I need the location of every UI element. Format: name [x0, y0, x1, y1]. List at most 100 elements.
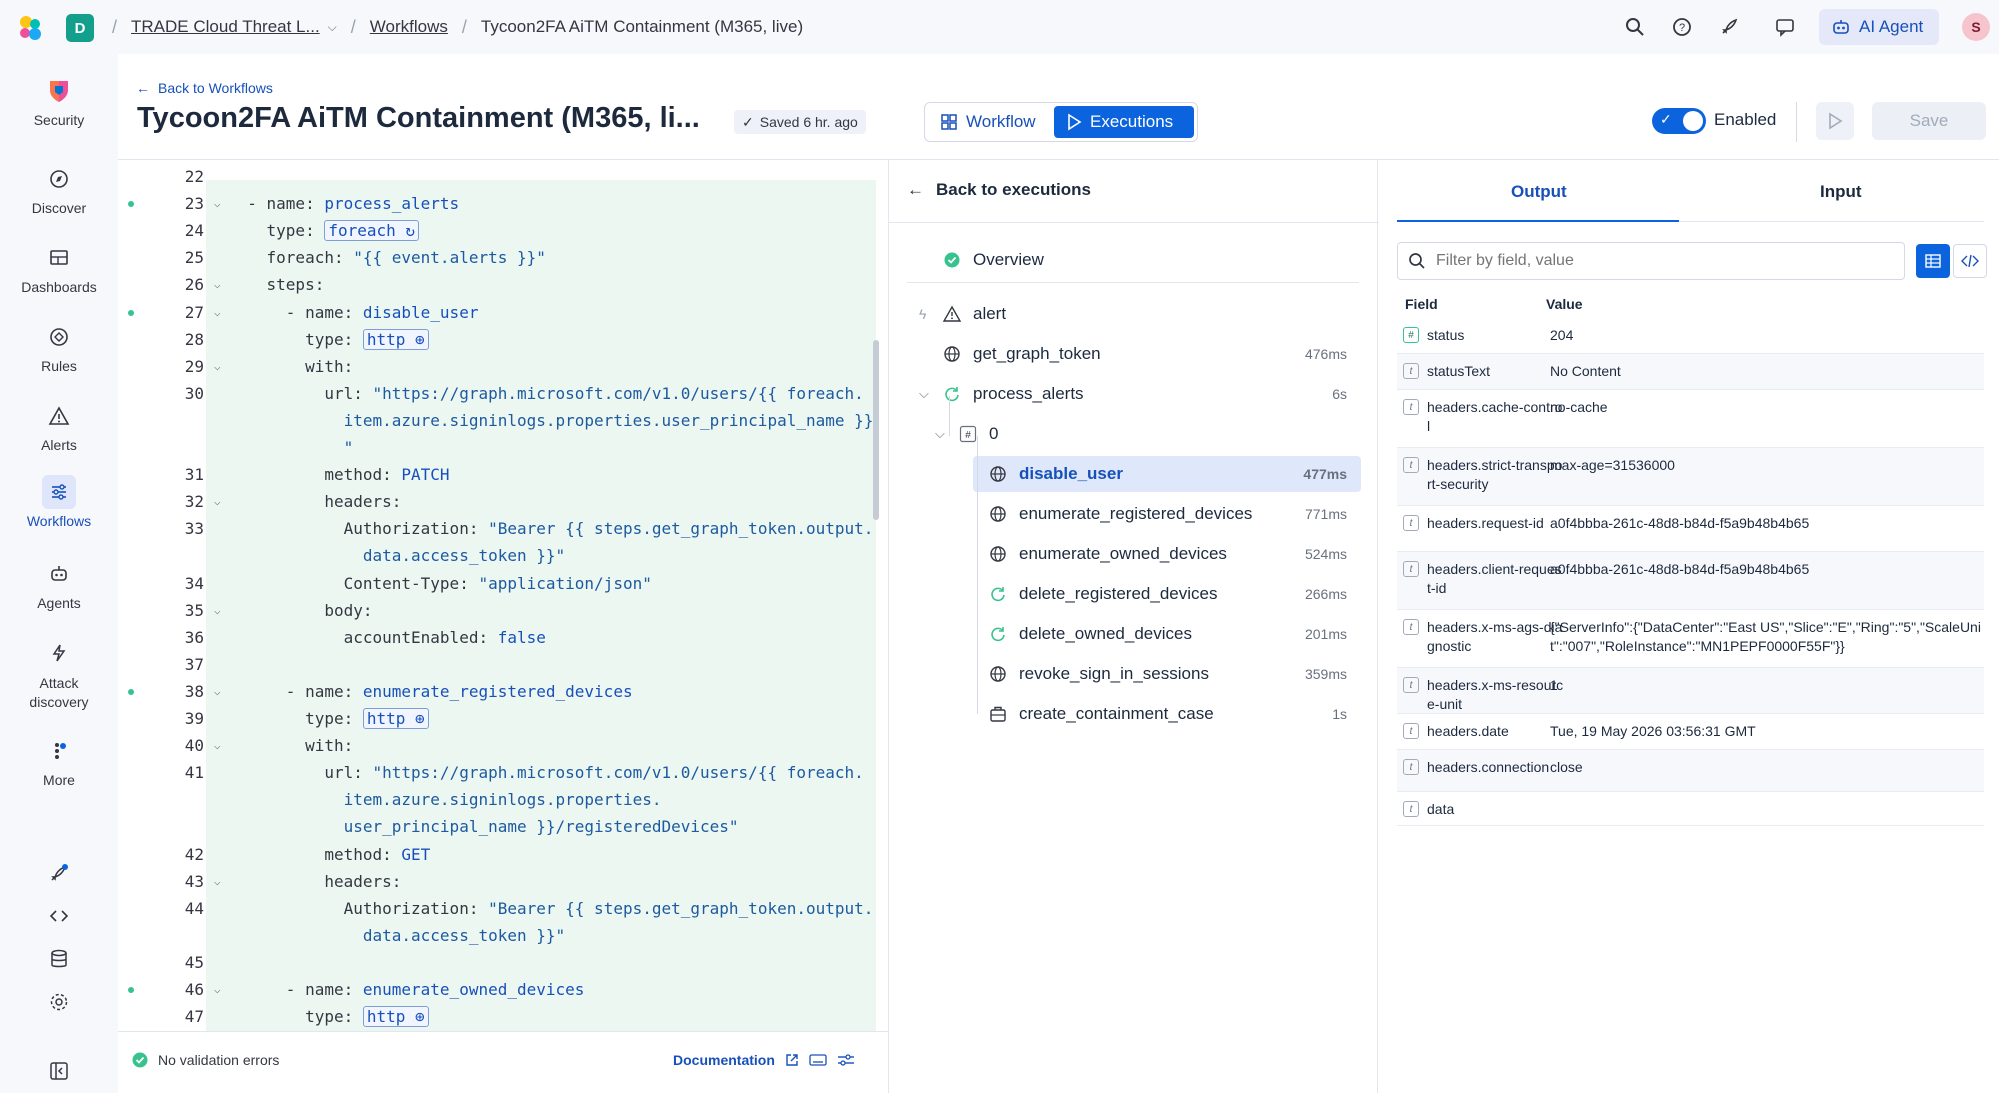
fold-chevron-icon[interactable]: ⌵ [214, 976, 221, 1003]
step-item-create-containment-case[interactable]: create_containment_case 1s [987, 696, 1361, 732]
code-line[interactable]: 37 [118, 651, 888, 678]
nav-item-attack-discovery[interactable]: Attack discovery [0, 636, 118, 712]
tab-workflow[interactable]: Workflow [928, 106, 1048, 138]
code-icon[interactable] [46, 903, 72, 929]
code-line[interactable]: 40 ⌵ with: [118, 732, 888, 759]
code-line[interactable]: 28 type: http ⊕ [118, 326, 888, 353]
code-line[interactable]: data.access_token }}" [118, 542, 888, 569]
keyboard-icon[interactable] [809, 1053, 827, 1067]
database-icon[interactable] [46, 946, 72, 972]
code-line[interactable]: 23 ⌵ - name: process_alerts [118, 190, 888, 217]
chevron-down-icon[interactable]: ⌵ [919, 386, 929, 402]
code-line[interactable]: 25 foreach: "{{ event.alerts }}" [118, 244, 888, 271]
fold-chevron-icon[interactable]: ⌵ [214, 868, 221, 895]
code-line[interactable]: 24 type: foreach ↻ [118, 217, 888, 244]
code-line[interactable]: 36 accountEnabled: false [118, 624, 888, 651]
rocket-icon[interactable] [1718, 16, 1740, 38]
elastic-logo-icon[interactable] [16, 14, 44, 42]
nav-item-security[interactable]: Security [0, 74, 118, 128]
line-number: 43 [184, 871, 204, 891]
collapse-nav-icon[interactable] [46, 1058, 72, 1084]
step-item-get-graph-token[interactable]: get_graph_token 476ms [941, 336, 1361, 372]
user-avatar[interactable]: S [1962, 13, 1990, 41]
tab-input[interactable]: Input [1820, 182, 1862, 202]
json-view-button[interactable] [1953, 244, 1987, 278]
editor-scrollbar[interactable] [873, 340, 879, 520]
back-to-workflows-link[interactable]: ← Back to Workflows [136, 80, 273, 96]
code-line[interactable]: 44 Authorization: "Bearer {{ steps.get_g… [118, 895, 888, 922]
settings-sliders-icon[interactable] [837, 1053, 855, 1067]
code-line[interactable]: 38 ⌵ - name: enumerate_registered_devices [118, 678, 888, 705]
step-item-0[interactable]: ⌵ #0 [935, 416, 1361, 452]
code-line[interactable]: 46 ⌵ - name: enumerate_owned_devices [118, 976, 888, 1003]
ai-agent-button[interactable]: AI Agent [1819, 9, 1939, 45]
code-line[interactable]: user_principal_name }}/registeredDevices… [118, 813, 888, 840]
fold-chevron-icon[interactable]: ⌵ [214, 678, 221, 705]
code-line[interactable]: 27 ⌵ - name: disable_user [118, 299, 888, 326]
code-line[interactable]: 39 type: http ⊕ [118, 705, 888, 732]
code-line[interactable]: 22 [118, 163, 888, 190]
code-line[interactable]: 47 type: http ⊕ [118, 1003, 888, 1030]
code-line[interactable]: 26 ⌵ steps: [118, 271, 888, 298]
tab-output[interactable]: Output [1511, 182, 1567, 202]
code-line[interactable]: 43 ⌵ headers: [118, 868, 888, 895]
fold-chevron-icon[interactable]: ⌵ [214, 488, 221, 515]
code-line[interactable]: 42 method: GET [118, 841, 888, 868]
nav-item-alerts[interactable]: Alerts [0, 399, 118, 453]
breadcrumb-workflows[interactable]: Workflows [370, 17, 448, 37]
code-line[interactable]: 33 Authorization: "Bearer {{ steps.get_g… [118, 515, 888, 542]
run-button[interactable] [1816, 102, 1854, 140]
overview-item[interactable]: Overview [941, 242, 1361, 278]
chevron-down-icon[interactable]: ⌵ [935, 426, 945, 442]
step-item-revoke-sign-in-sessions[interactable]: revoke_sign_in_sessions 359ms [987, 656, 1361, 692]
nav-item-agents[interactable]: Agents [0, 557, 118, 611]
nav-item-dashboards[interactable]: Dashboards [0, 241, 118, 295]
table-view-button[interactable] [1916, 244, 1950, 278]
step-item-disable-user[interactable]: disable_user 477ms [973, 456, 1361, 492]
breadcrumb-space[interactable]: TRADE Cloud Threat L... [131, 17, 320, 37]
yaml-editor[interactable]: 22 23 ⌵ - name: process_alerts 24 type: for… [118, 160, 888, 1031]
code-line[interactable]: 29 ⌵ with: [118, 353, 888, 380]
step-item-enumerate-registered-devices[interactable]: enumerate_registered_devices 771ms [987, 496, 1361, 532]
fold-chevron-icon[interactable]: ⌵ [214, 299, 221, 326]
code-line[interactable]: 41 url: "https://graph.microsoft.com/v1.… [118, 759, 888, 786]
code-line[interactable]: item.azure.signinlogs.properties.user_pr… [118, 407, 888, 434]
code-line[interactable]: 35 ⌵ body: [118, 597, 888, 624]
step-item-delete-owned-devices[interactable]: delete_owned_devices 201ms [987, 616, 1361, 652]
code-line[interactable]: 31 method: PATCH [118, 461, 888, 488]
search-icon[interactable] [1624, 16, 1646, 38]
chevron-down-icon[interactable]: ⌵ [328, 20, 337, 35]
documentation-link[interactable]: Documentation [673, 1052, 855, 1068]
tab-executions[interactable]: Executions [1054, 106, 1194, 138]
fold-chevron-icon[interactable]: ⌵ [214, 597, 221, 624]
fold-chevron-icon[interactable]: ⌵ [214, 190, 221, 217]
rocket-icon[interactable] [46, 860, 72, 886]
enabled-toggle[interactable]: ✓ [1652, 108, 1706, 134]
nav-item-workflows[interactable]: Workflows [0, 475, 118, 529]
back-to-executions-link[interactable]: ← Back to executions [907, 180, 1091, 200]
fold-chevron-icon[interactable]: ⌵ [214, 353, 221, 380]
step-item-alert[interactable]: ϟ alert [919, 296, 1361, 332]
code-line[interactable]: item.azure.signinlogs.properties. [118, 786, 888, 813]
step-item-delete-registered-devices[interactable]: delete_registered_devices 266ms [987, 576, 1361, 612]
fold-chevron-icon[interactable]: ⌵ [214, 271, 221, 298]
gear-icon[interactable] [46, 989, 72, 1015]
help-icon[interactable]: ? [1671, 16, 1693, 38]
code-line[interactable]: 45 [118, 949, 888, 976]
code-line[interactable]: data.access_token }}" [118, 922, 888, 949]
save-button[interactable]: Save [1872, 102, 1986, 140]
filter-input[interactable] [1436, 252, 1876, 270]
step-item-enumerate-owned-devices[interactable]: enumerate_owned_devices 524ms [987, 536, 1361, 572]
code-line[interactable]: 30 url: "https://graph.microsoft.com/v1.… [118, 380, 888, 407]
code-line[interactable]: 34 Content-Type: "application/json" [118, 570, 888, 597]
code-line[interactable]: " [118, 434, 888, 461]
space-avatar[interactable]: D [66, 14, 94, 42]
nav-item-discover[interactable]: Discover [0, 162, 118, 216]
fold-chevron-icon[interactable]: ⌵ [214, 732, 221, 759]
chat-icon[interactable] [1774, 16, 1796, 38]
nav-item-rules[interactable]: Rules [0, 320, 118, 374]
step-item-process-alerts[interactable]: ⌵ process_alerts 6s [919, 376, 1361, 412]
nav-item-more[interactable]: More [0, 734, 118, 788]
code-line[interactable]: 32 ⌵ headers: [118, 488, 888, 515]
filter-field[interactable] [1397, 242, 1905, 280]
